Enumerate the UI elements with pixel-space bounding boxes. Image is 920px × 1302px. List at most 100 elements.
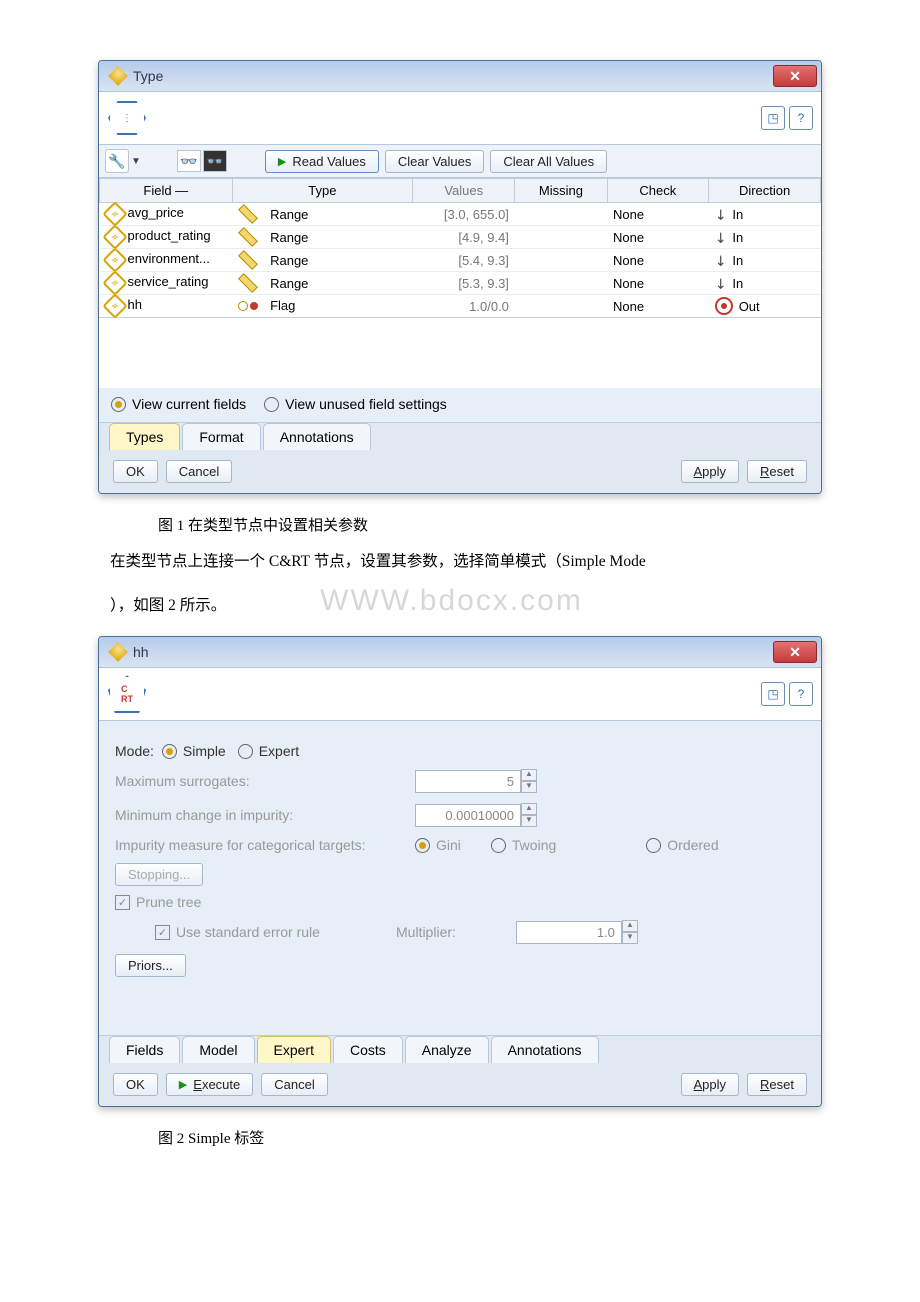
window-title: Type (133, 68, 773, 84)
apply-button[interactable]: Apply (681, 460, 740, 483)
max-surrogates-spinner[interactable]: ▲▼ (415, 769, 537, 793)
tab-bar-2: FieldsModelExpertCostsAnalyzeAnnotations (99, 1035, 821, 1063)
title-bar-2: hh ✕ (99, 637, 821, 668)
col-check[interactable]: Check (607, 179, 709, 203)
prune-row: ✓ Prune tree (115, 894, 805, 910)
stopping-button[interactable]: Stopping... (115, 863, 203, 886)
type-dialog: Type ✕ ⋮ ◳ ? 🔧 ▼ 👓 👓 ▶Read Values Clear … (98, 60, 822, 494)
gini-radio[interactable]: Gini (415, 837, 461, 853)
tab-costs[interactable]: Costs (333, 1036, 403, 1063)
spinner-down-icon[interactable]: ▼ (521, 781, 537, 793)
expand-icon-2[interactable]: ◳ (761, 682, 785, 706)
help-icon[interactable]: ? (789, 106, 813, 130)
tab-annotations[interactable]: Annotations (491, 1036, 599, 1063)
min-impurity-input[interactable] (415, 804, 521, 827)
wrench-dropdown-icon[interactable]: ▼ (131, 156, 141, 167)
max-surrogates-input[interactable] (415, 770, 521, 793)
fields-table: Field — Type Values Missing Check Direct… (99, 178, 821, 317)
view-options: View current fields View unused field se… (99, 388, 821, 422)
table-row[interactable]: #environment...Range[5.4, 9.3]None↘In (100, 249, 821, 272)
twoing-radio[interactable]: Twoing (491, 837, 556, 853)
min-impurity-spinner[interactable]: ▲▼ (415, 803, 537, 827)
tab-format[interactable]: Format (182, 423, 260, 450)
std-err-checkbox[interactable]: ✓ (155, 925, 170, 940)
table-row[interactable]: #product_ratingRange[4.9, 9.4]None↘In (100, 226, 821, 249)
col-missing[interactable]: Missing (515, 179, 607, 203)
clear-all-values-button[interactable]: Clear All Values (490, 150, 607, 173)
tab-expert[interactable]: Expert (257, 1036, 331, 1063)
priors-button[interactable]: Priors... (115, 954, 186, 977)
table-empty-area (99, 317, 821, 388)
figure-1-caption: 图 1 在类型节点中设置相关参数 (158, 514, 822, 535)
std-err-row: ✓ Use standard error rule Multiplier: ▲▼ (155, 920, 805, 944)
col-values[interactable]: Values (413, 179, 515, 203)
apply-button-2[interactable]: Apply (681, 1073, 740, 1096)
table-row[interactable]: #service_ratingRange[5.3, 9.3]None↘In (100, 272, 821, 295)
tab-fields[interactable]: Fields (109, 1036, 180, 1063)
glasses-dark-icon[interactable]: 👓 (203, 150, 227, 172)
watermark: WWW.bdocx.com (320, 584, 583, 617)
clear-values-button[interactable]: Clear Values (385, 150, 484, 173)
tab-analyze[interactable]: Analyze (405, 1036, 489, 1063)
table-row[interactable]: #hhFlag1.0/0.0NoneOut (100, 295, 821, 318)
priors-row: Priors... (115, 954, 805, 977)
mode-simple-radio[interactable]: Simple (162, 743, 226, 759)
view-current-radio[interactable]: View current fields (111, 396, 246, 412)
node-icon (108, 66, 128, 86)
reset-button[interactable]: Reset (747, 460, 807, 483)
ordered-radio[interactable]: Ordered (646, 837, 718, 853)
hexagon-icon: ⋮ (107, 100, 147, 136)
min-impurity-label: Minimum change in impurity: (115, 807, 415, 823)
window-title-2: hh (133, 644, 773, 660)
impurity-measure-row: Impurity measure for categorical targets… (115, 837, 805, 853)
pentagon-icon: CRT (107, 676, 147, 712)
impurity-measure-label: Impurity measure for categorical targets… (115, 837, 415, 853)
stopping-row: Stopping... (115, 863, 805, 886)
spinner-up-icon[interactable]: ▲ (622, 920, 638, 932)
form-body: Mode: Simple Expert Maximum surrogates: … (99, 721, 821, 1035)
ok-button[interactable]: OK (113, 460, 158, 483)
multiplier-input[interactable] (516, 921, 622, 944)
table-row[interactable]: #avg_priceRange[3.0, 655.0]None↘In (100, 203, 821, 226)
wrench-icon[interactable]: 🔧 (105, 149, 129, 173)
spinner-up-icon[interactable]: ▲ (521, 803, 537, 815)
close-button-2[interactable]: ✕ (773, 641, 817, 663)
col-type[interactable]: Type (232, 179, 412, 203)
ok-button-2[interactable]: OK (113, 1073, 158, 1096)
prune-checkbox[interactable]: ✓ (115, 895, 130, 910)
execute-button[interactable]: ▶Execute (166, 1073, 253, 1096)
std-err-label: Use standard error rule (176, 924, 396, 940)
help-icon-2[interactable]: ? (789, 682, 813, 706)
multiplier-label: Multiplier: (396, 924, 456, 940)
spinner-down-icon[interactable]: ▼ (622, 932, 638, 944)
tab-bar: TypesFormatAnnotations (99, 422, 821, 450)
node-icon-2 (108, 642, 128, 662)
tab-types[interactable]: Types (109, 423, 180, 450)
expand-icon[interactable]: ◳ (761, 106, 785, 130)
title-bar: Type ✕ (99, 61, 821, 92)
max-surrogates-row: Maximum surrogates: ▲▼ (115, 769, 805, 793)
col-direction[interactable]: Direction (709, 179, 821, 203)
close-button[interactable]: ✕ (773, 65, 817, 87)
tab-model[interactable]: Model (182, 1036, 254, 1063)
node-header-2: CRT ◳ ? (99, 668, 821, 721)
toolbar: 🔧 ▼ 👓 👓 ▶Read Values Clear Values Clear … (99, 145, 821, 178)
glasses-light-icon[interactable]: 👓 (177, 150, 201, 172)
spinner-down-icon[interactable]: ▼ (521, 815, 537, 827)
prune-label: Prune tree (136, 894, 201, 910)
mode-expert-radio[interactable]: Expert (238, 743, 299, 759)
node-header: ⋮ ◳ ? (99, 92, 821, 145)
reset-button-2[interactable]: Reset (747, 1073, 807, 1096)
cancel-button[interactable]: Cancel (166, 460, 232, 483)
spinner-up-icon[interactable]: ▲ (521, 769, 537, 781)
multiplier-spinner[interactable]: ▲▼ (516, 920, 638, 944)
mode-row: Mode: Simple Expert (115, 743, 805, 759)
read-values-button[interactable]: ▶Read Values (265, 150, 379, 173)
paragraph: 在类型节点上连接一个 C&RT 节点，设置其参数，选择简单模式（Simple M… (110, 549, 822, 626)
button-row-2: OK ▶Execute Cancel Apply Reset (99, 1063, 821, 1106)
cancel-button-2[interactable]: Cancel (261, 1073, 327, 1096)
button-row: OK Cancel Apply Reset (99, 450, 821, 493)
col-field[interactable]: Field — (100, 179, 233, 203)
tab-annotations[interactable]: Annotations (263, 423, 371, 450)
view-unused-radio[interactable]: View unused field settings (264, 396, 447, 412)
